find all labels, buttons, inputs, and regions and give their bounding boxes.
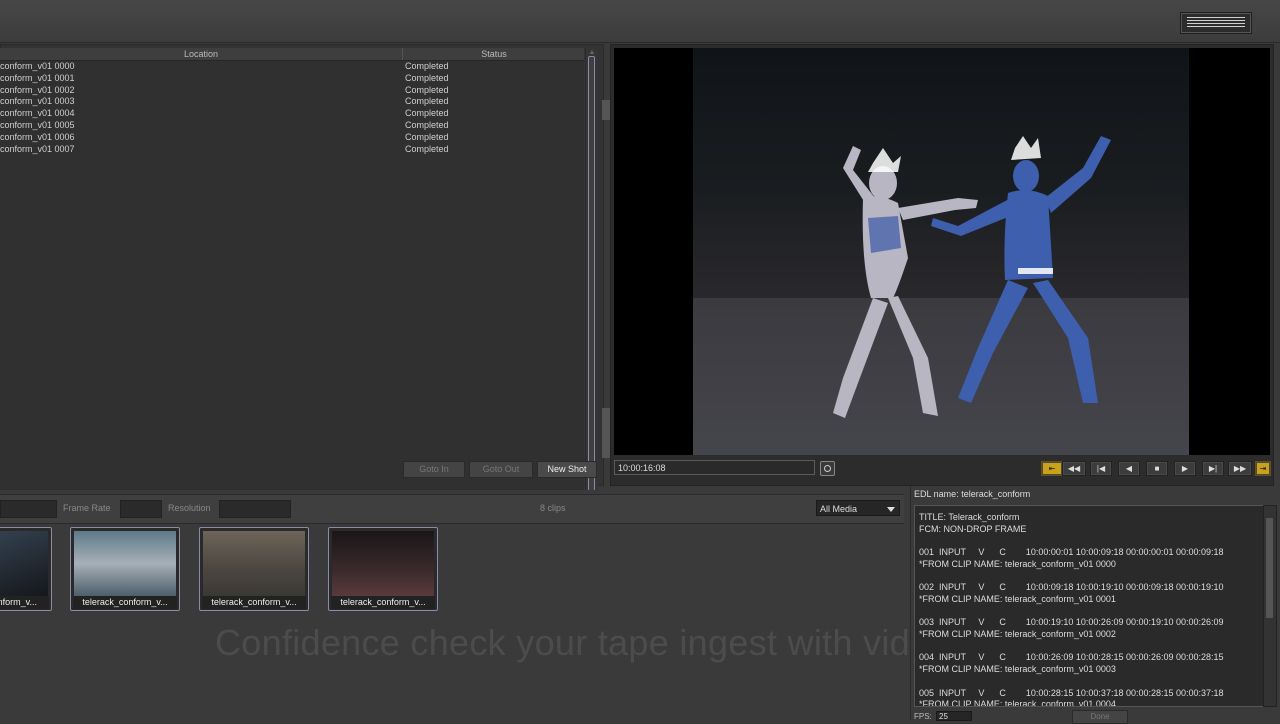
step-forward-icon[interactable]: ▶|: [1202, 461, 1224, 476]
goto-out-button[interactable]: Goto Out: [469, 461, 533, 478]
new-shot-button[interactable]: New Shot: [537, 461, 597, 478]
row-status: Completed: [405, 119, 449, 130]
shot-list-scrollbar[interactable]: ▲ ▼: [585, 48, 598, 500]
row-location: conform_v01 0000: [0, 61, 75, 71]
table-row[interactable]: conform_v01 0005 Completed: [0, 120, 584, 132]
goto-in-button[interactable]: Goto In: [403, 461, 465, 478]
clip-thumbnail[interactable]: telerack_conform_v...: [328, 527, 438, 611]
edl-line: 005 INPUT V C 10:00:28:15 10:00:37:18 00…: [919, 687, 1224, 698]
clip-thumbnail[interactable]: onform_v...: [0, 527, 52, 611]
resolution-label: Resolution: [168, 503, 211, 513]
rewind-fast-icon[interactable]: ◀◀: [1062, 461, 1086, 476]
row-location: conform_v01 0003: [0, 96, 75, 107]
video-frame: [614, 48, 1270, 455]
edl-line: FCM: NON-DROP FRAME: [919, 523, 1027, 534]
edl-line: 004 INPUT V C 10:00:26:09 10:00:28:15 00…: [919, 652, 1224, 663]
row-location: conform_v01 0006: [0, 131, 75, 142]
column-header-location[interactable]: Location: [0, 48, 403, 60]
edl-line: *FROM CLIP NAME: telerack_conform_v01 00…: [919, 593, 1116, 604]
clip-thumbnail[interactable]: telerack_conform_v...: [199, 527, 309, 611]
resolution-field[interactable]: [219, 500, 291, 518]
edl-line: TITLE: Telerack_conform: [919, 512, 1020, 522]
frame-rate-label: Frame Rate: [63, 503, 111, 513]
edl-line: *FROM CLIP NAME: telerack_conform_v01 00…: [919, 664, 1116, 675]
top-bar: [0, 0, 1280, 43]
edl-name-label: EDL name: telerack_conform: [914, 489, 1031, 499]
ballet-stage-image: [693, 48, 1189, 455]
clip-count: 8 clips: [540, 503, 566, 513]
edl-line: *FROM CLIP NAME: telerack_conform_v01 00…: [919, 699, 1116, 707]
row-location: conform_v01 0002: [0, 84, 75, 95]
row-status: Completed: [405, 143, 449, 154]
fast-forward-icon[interactable]: ▶▶: [1228, 461, 1252, 476]
table-row[interactable]: conform_v01 0003 Completed: [0, 96, 584, 108]
splitter-handle-lower[interactable]: [602, 408, 610, 458]
row-status: Completed: [405, 61, 449, 71]
edl-line: *FROM CLIP NAME: telerack_conform_v01 00…: [919, 629, 1116, 639]
row-status: Completed: [405, 108, 449, 119]
shot-list-header: Location Status: [0, 48, 584, 61]
row-location: conform_v01 0001: [0, 72, 75, 83]
row-status: Completed: [405, 84, 449, 95]
row-status: Completed: [405, 96, 449, 107]
table-row[interactable]: conform_v01 0004 Completed: [0, 108, 584, 120]
dancers-image: [833, 136, 1111, 418]
timecode-field[interactable]: 10:00:16:08: [614, 460, 815, 475]
shot-list-table: Location Status conform_v01 0000 Complete…: [0, 48, 584, 498]
go-to-end-icon[interactable]: ⇥: [1255, 461, 1271, 476]
edl-scrollbar[interactable]: [1263, 505, 1277, 707]
stop-icon[interactable]: ■: [1146, 461, 1168, 476]
table-row[interactable]: conform_v01 0006 Completed: [0, 132, 584, 144]
media-filter-value: All Media: [820, 504, 858, 514]
row-location: conform_v01 0007: [0, 143, 75, 154]
play-icon[interactable]: ▶: [1174, 461, 1196, 476]
row-location: conform_v01 0005: [0, 119, 75, 130]
step-back-icon[interactable]: |◀: [1090, 461, 1112, 476]
frame-rate-field[interactable]: [120, 500, 162, 518]
edl-line: *FROM CLIP NAME: telerack_conform_v01 00…: [919, 558, 1116, 569]
play-reverse-icon[interactable]: ◀: [1118, 461, 1140, 476]
media-filter-select[interactable]: All Media: [816, 500, 900, 516]
row-status: Completed: [405, 72, 449, 83]
table-row[interactable]: conform_v01 0001 Completed: [0, 73, 584, 85]
edl-text-area[interactable]: TITLE: Telerack_conform FCM: NON-DROP FRA…: [914, 505, 1264, 707]
clip-thumbnail[interactable]: telerack_conform_v...: [70, 527, 180, 611]
name-filter-field[interactable]: [0, 500, 57, 518]
table-row[interactable]: conform_v01 0002 Completed: [0, 85, 584, 97]
row-location: conform_v01 0004: [0, 108, 75, 119]
chevron-down-icon: [887, 507, 895, 512]
table-row[interactable]: conform_v01 0000 Completed: [0, 61, 584, 73]
menu-icon[interactable]: [1180, 12, 1252, 34]
edl-line: 003 INPUT V C 10:00:19:10 10:00:26:09 00…: [919, 617, 1224, 628]
column-header-status[interactable]: Status: [404, 48, 584, 60]
done-button[interactable]: Done: [1072, 710, 1128, 724]
go-to-start-icon[interactable]: ⇤: [1041, 461, 1063, 476]
table-row[interactable]: conform_v01 0007 Completed: [0, 144, 584, 156]
row-status: Completed: [405, 131, 449, 142]
splitter-handle[interactable]: [602, 100, 610, 120]
edl-line: 002 INPUT V C 10:00:09:18 10:00:19:10 00…: [919, 582, 1224, 593]
timecode-target-icon[interactable]: [820, 461, 835, 476]
edl-line: 001 INPUT V C 10:00:00:01 10:00:09:18 00…: [919, 547, 1224, 558]
